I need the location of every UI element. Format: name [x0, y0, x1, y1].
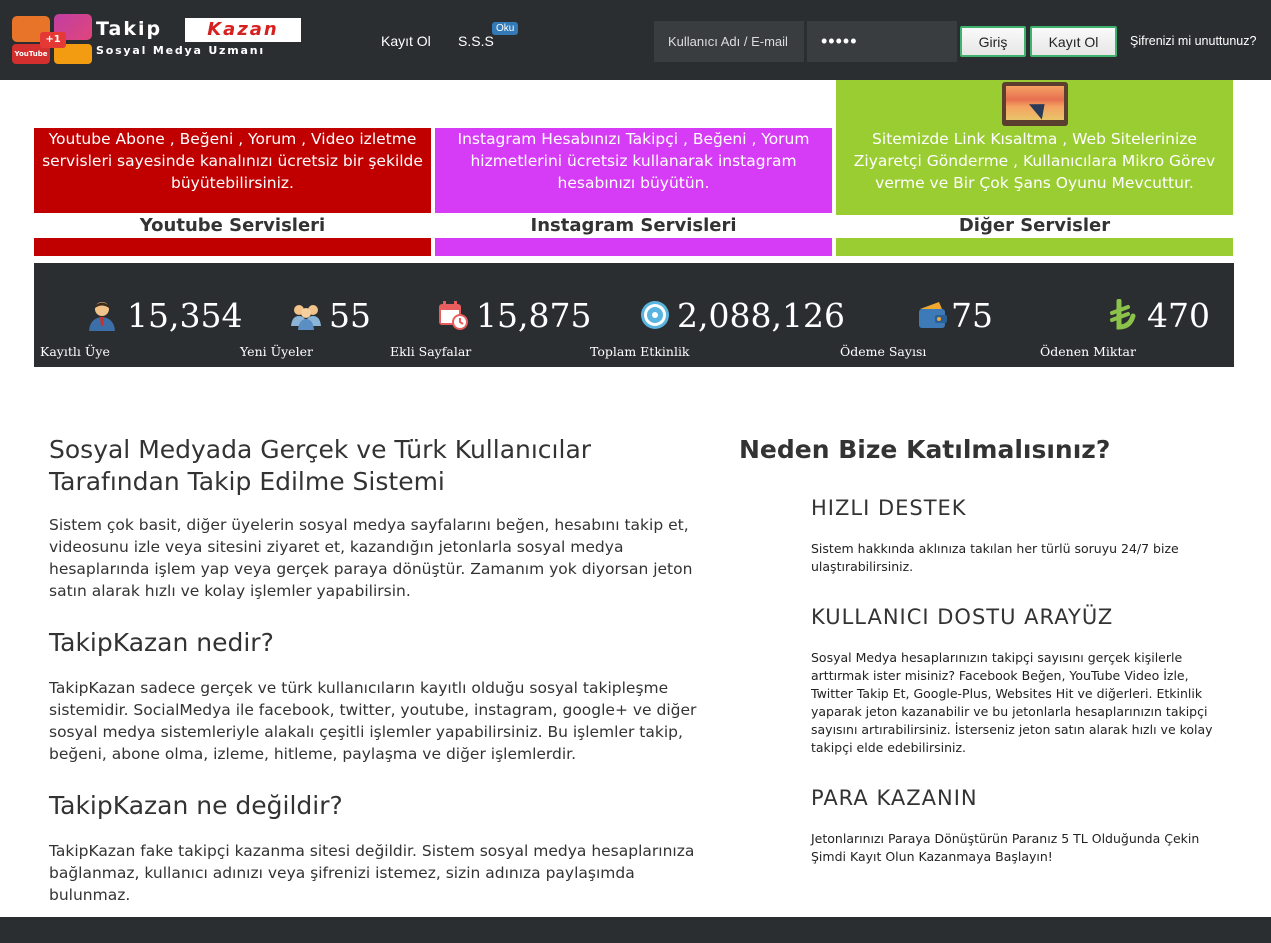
service-title[interactable]: Youtube Servisleri [34, 215, 431, 237]
stat-value: 15,875 [476, 296, 592, 335]
intro-paragraph: Sistem çok basit, diğer üyelerin sosyal … [49, 516, 693, 600]
feature-text: Sosyal Medya hesaplarınızın takipçi sayı… [811, 650, 1213, 755]
stat-value: 2,088,126 [677, 296, 845, 335]
stat-total-activity: 2,088,126 Toplam Etkinlik [584, 263, 845, 367]
stat-paid-amount: 470 Ödenen Miktar [1034, 263, 1234, 367]
service-bar [34, 238, 431, 256]
feature-text: Jetonlarınızı Paraya Dönüştürün Paranız … [811, 831, 1200, 864]
stat-registered-members: 15,354 Kayıtlı Üye [34, 263, 242, 367]
service-youtube[interactable]: Youtube Abone , Beğeni , Yorum , Video i… [34, 80, 431, 257]
logo-tagline: Sosyal Medya Uzmanı [96, 44, 265, 57]
faq-badge: Oku [492, 22, 519, 35]
why-join-heading: Neden Bize Katılmalısınız? [739, 435, 1111, 464]
logo-text-takip: Takip [96, 18, 163, 40]
what-is-not-heading: TakipKazan ne değildir? [49, 791, 343, 820]
main-left-column: Sosyal Medyada Gerçek ve Türk Kullanıcıl… [49, 434, 709, 906]
stat-label: Yeni Üyeler [240, 344, 313, 359]
top-navbar: YouTube +1 Takip Kazan Sosyal Medya Uzma… [0, 0, 1271, 80]
logo-text-kazan: Kazan [185, 18, 301, 42]
service-title[interactable]: Diğer Servisler [836, 215, 1233, 237]
login-button[interactable]: Giriş [960, 26, 1026, 57]
feature-title: PARA KAZANIN [811, 786, 978, 810]
site-logo[interactable]: YouTube +1 Takip Kazan Sosyal Medya Uzma… [10, 14, 310, 64]
what-is-not-paragraph: TakipKazan fake takipçi kazanma sitesi d… [49, 842, 695, 904]
stat-new-members: 55 Yeni Üyeler [234, 263, 384, 367]
stat-label: Ekli Sayfalar [390, 344, 472, 359]
nav-register-link[interactable]: Kayıt Ol [381, 33, 431, 49]
gear-icon [641, 301, 669, 329]
password-input[interactable] [807, 21, 957, 62]
stat-value: 15,354 [127, 296, 243, 335]
main-heading: Sosyal Medyada Gerçek ve Türk Kullanıcıl… [49, 435, 592, 496]
monitor-cursor-icon [1002, 82, 1068, 126]
stat-value: 55 [329, 296, 371, 335]
username-input[interactable] [654, 21, 804, 62]
service-bar [836, 238, 1233, 256]
stat-value: 75 [951, 296, 993, 335]
stat-payment-count: 75 Ödeme Sayısı [834, 263, 1034, 367]
users-group-icon [291, 305, 321, 330]
service-title[interactable]: Instagram Servisleri [435, 215, 832, 237]
page-footer [0, 917, 1271, 943]
service-description: Youtube Abone , Beğeni , Yorum , Video i… [34, 128, 431, 213]
feature-title: KULLANICI DOSTU ARAYÜZ [811, 605, 1114, 629]
feature-title: HIZLI DESTEK [811, 496, 967, 520]
plus-one-icon: +1 [40, 32, 66, 48]
stat-label: Toplam Etkinlik [590, 344, 690, 359]
calendar-clock-icon [439, 301, 468, 330]
feature-text: Sistem hakkında aklınıza takılan her tür… [811, 541, 1179, 574]
what-is-heading: TakipKazan nedir? [49, 628, 274, 657]
service-bar [435, 238, 832, 256]
main-right-column: Neden Bize Katılmalısınız? HIZLI DESTEK … [739, 434, 1239, 864]
forgot-password-link[interactable]: Şifrenizi mi unuttunuz? [1130, 34, 1256, 48]
what-is-paragraph: TakipKazan sadece gerçek ve türk kullanı… [49, 679, 697, 763]
register-button[interactable]: Kayıt Ol [1030, 26, 1117, 57]
wallet-icon [919, 302, 947, 328]
stats-panel: 15,354 Kayıtlı Üye 55 Yeni Üyeler 15,875… [34, 263, 1234, 367]
stat-label: Ödenen Miktar [1040, 344, 1136, 359]
nav-faq-link[interactable]: S.S.S [458, 33, 494, 49]
service-description: Instagram Hesabınızı Takipçi , Beğeni , … [435, 128, 832, 213]
service-other[interactable]: Sitemizde Link Kısaltma , Web Sitelerini… [836, 80, 1233, 215]
lira-icon [1110, 299, 1136, 330]
service-instagram[interactable]: Instagram Hesabınızı Takipçi , Beğeni , … [435, 80, 832, 257]
user-icon [89, 302, 115, 331]
stat-label: Ödeme Sayısı [840, 344, 927, 359]
stat-added-pages: 15,875 Ekli Sayfalar [384, 263, 591, 367]
stat-value: 470 [1147, 296, 1210, 335]
service-description: Sitemizde Link Kısaltma , Web Sitelerini… [853, 130, 1216, 192]
stat-label: Kayıtlı Üye [40, 344, 110, 359]
